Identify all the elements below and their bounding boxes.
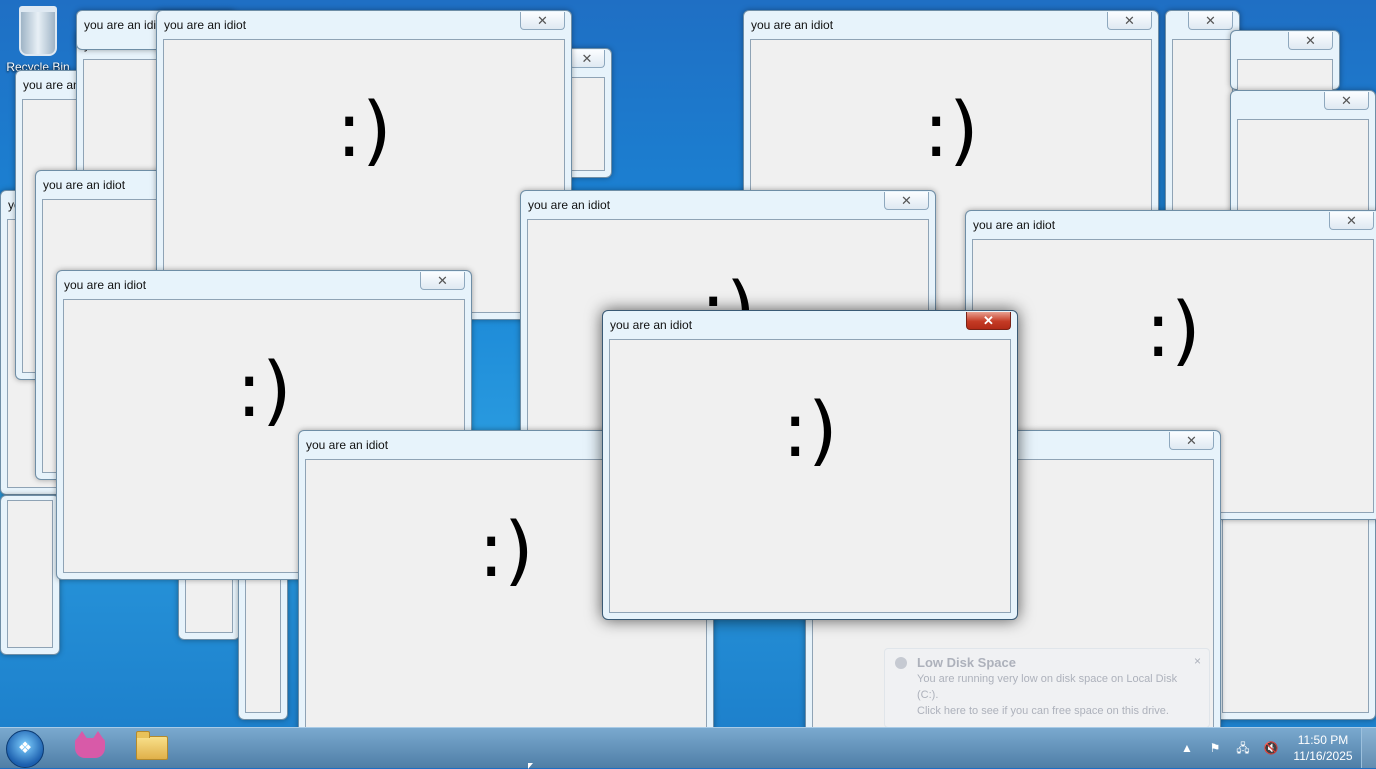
windows-logo-icon: ❖ xyxy=(17,740,33,757)
recycle-bin-shortcut[interactable]: Recycle Bin xyxy=(6,6,70,74)
desktop: Recycle Bin you are an idiot you are an … xyxy=(0,0,1376,768)
window-close-button[interactable]: ✕ xyxy=(420,272,465,290)
smiley-face: :) xyxy=(236,345,292,434)
notification-line-1: You are running very low on disk space o… xyxy=(917,673,1178,701)
idiot-window-active[interactable]: you are an idiot ✕:) xyxy=(602,310,1018,620)
cat-app-icon xyxy=(75,731,105,758)
network-icon[interactable]: 🖧 xyxy=(1234,740,1252,756)
title-bar[interactable]: you are an idiot xyxy=(603,311,1017,339)
title-bar[interactable]: you are an idiot xyxy=(521,191,935,219)
taskbar-app-explorer[interactable] xyxy=(128,731,176,764)
taskbar: ❖ ▲ ⚑ 🖧 🔇 11:50 PM 11/16/2025 xyxy=(0,727,1376,768)
window-content xyxy=(245,565,281,713)
window-close-button[interactable]: ✕ xyxy=(966,312,1011,330)
window-close-button[interactable]: ✕ xyxy=(1169,432,1214,450)
smiley-face: :) xyxy=(782,385,838,474)
title-bar[interactable]: you are an idiot xyxy=(157,11,571,39)
notification-line-2: Click here to see if you can free space … xyxy=(917,705,1169,717)
window-close-button[interactable]: ✕ xyxy=(520,12,565,30)
idiot-window[interactable] xyxy=(1215,510,1376,720)
recycle-bin-icon xyxy=(19,6,57,56)
idiot-window[interactable] xyxy=(238,560,288,720)
window-title: you are an idiot xyxy=(164,18,247,32)
title-bar[interactable]: you are an idiot xyxy=(57,271,471,299)
window-title: you are an idiot xyxy=(610,318,693,332)
window-content: :) xyxy=(609,339,1011,613)
window-close-button[interactable]: ✕ xyxy=(569,50,605,68)
window-close-button[interactable]: ✕ xyxy=(1324,92,1369,110)
window-close-button[interactable]: ✕ xyxy=(1188,12,1233,30)
idiot-window[interactable]: ✕ xyxy=(1230,30,1340,113)
show-desktop-button[interactable] xyxy=(1361,728,1376,768)
window-close-button[interactable]: ✕ xyxy=(1329,212,1374,230)
volume-muted-icon[interactable]: 🔇 xyxy=(1262,740,1280,756)
title-bar[interactable]: you are an idiot xyxy=(744,11,1158,39)
window-content xyxy=(7,500,53,648)
window-close-button[interactable]: ✕ xyxy=(1288,32,1333,50)
window-close-button[interactable]: ✕ xyxy=(1107,12,1152,30)
notification-title: Low Disk Space xyxy=(917,655,1016,670)
window-title: you are an idiot xyxy=(751,18,834,32)
low-disk-notification[interactable]: × Low Disk Space You are running very lo… xyxy=(884,648,1210,728)
folder-icon xyxy=(136,731,168,760)
notification-close-button[interactable]: × xyxy=(1194,653,1201,669)
warning-icon xyxy=(895,657,907,669)
window-content xyxy=(567,77,605,171)
clock-time: 11:50 PM xyxy=(1297,733,1349,747)
clock-date: 11/16/2025 xyxy=(1293,749,1353,763)
window-title: you are an idiot xyxy=(528,198,611,212)
window-content xyxy=(1237,119,1369,213)
idiot-window[interactable] xyxy=(0,495,60,655)
idiot-window[interactable]: ✕ xyxy=(1230,90,1376,220)
window-content xyxy=(1222,515,1369,713)
system-tray: ▲ ⚑ 🖧 🔇 11:50 PM 11/16/2025 xyxy=(1173,728,1376,768)
window-close-button[interactable]: ✕ xyxy=(884,192,929,210)
clock[interactable]: 11:50 PM 11/16/2025 xyxy=(1285,732,1361,764)
start-button[interactable]: ❖ xyxy=(6,730,44,768)
title-bar[interactable]: you are an idiot xyxy=(966,211,1376,239)
window-title: you are an idiot xyxy=(64,278,147,292)
tray-overflow-icon[interactable]: ▲ xyxy=(1178,740,1196,756)
taskbar-app-cat[interactable] xyxy=(66,731,114,764)
smiley-face: :) xyxy=(478,505,534,594)
action-center-flag-icon[interactable]: ⚑ xyxy=(1206,740,1224,756)
window-title: you are an idiot xyxy=(973,218,1056,232)
mouse-cursor xyxy=(528,763,533,769)
